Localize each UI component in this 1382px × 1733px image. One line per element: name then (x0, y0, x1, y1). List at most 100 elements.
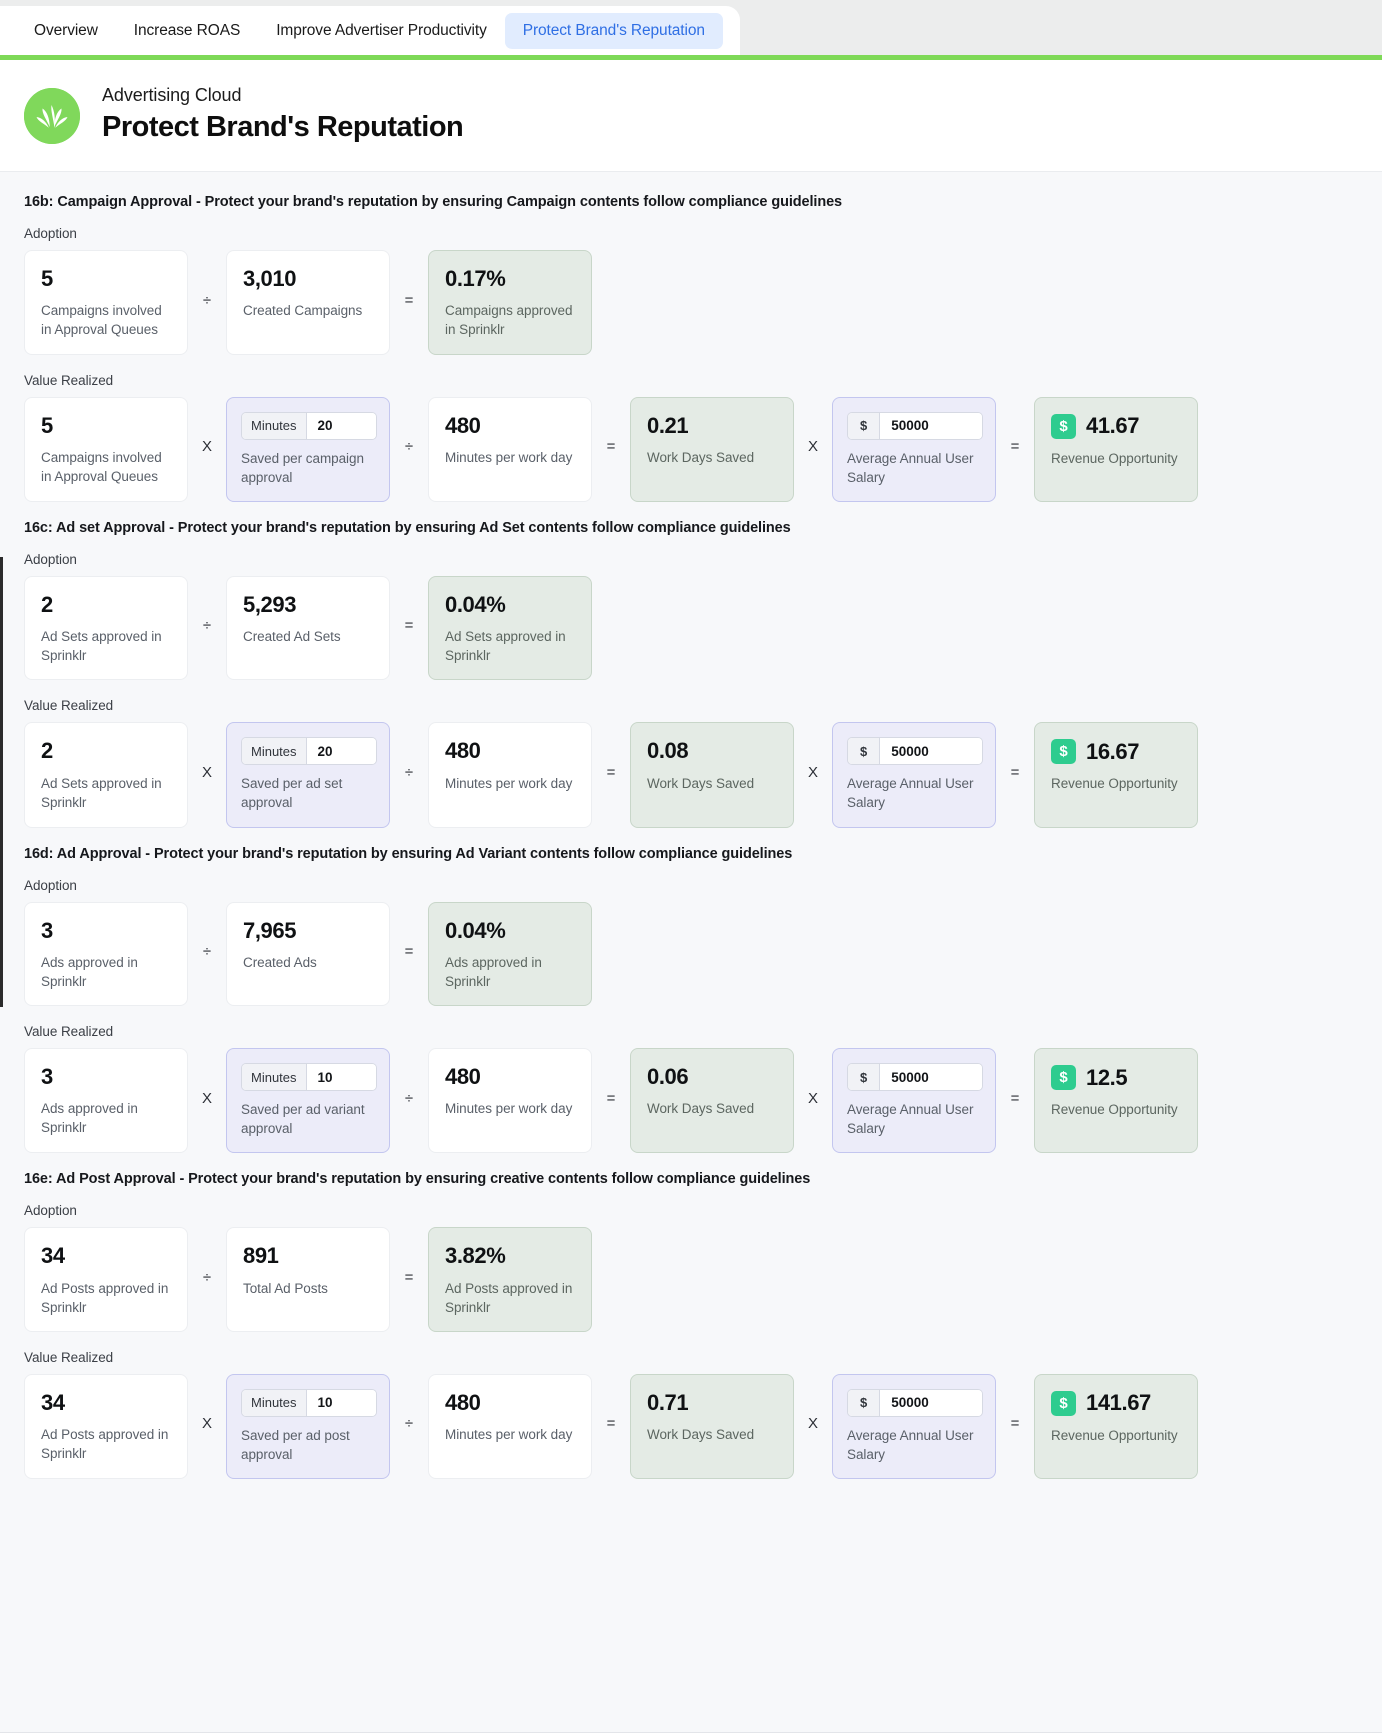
revenue-opportunity-card-header: $41.67 (1051, 413, 1181, 439)
adoption-denominator-card-value: 891 (243, 1243, 279, 1269)
divide-operator: ÷ (202, 291, 212, 309)
adoption-denominator-card-value: 7,965 (243, 917, 297, 943)
tab-overview[interactable]: Overview (16, 13, 116, 49)
annual-salary-input-card-field[interactable]: $50000 (847, 411, 983, 440)
equals-operator: = (606, 763, 616, 781)
value-count-card: 3 Ads approved in Sprinklr (24, 1048, 188, 1154)
revenue-opportunity-card: $141.67 Revenue Opportunity (1034, 1373, 1198, 1480)
work-days-saved-card-value: 0.71 (647, 1389, 689, 1415)
minutes-per-day-card-value: 480 (445, 1389, 481, 1415)
minutes-saved-input-card[interactable]: Minutes 10 Saved per ad variant approval (226, 1048, 390, 1154)
minutes-saved-input-card[interactable]: Minutes 20 Saved per campaign approval (226, 396, 390, 502)
adoption-result-card-label: Ads approved in Sprinklr (445, 954, 542, 989)
section-title-16d: 16d: Ad Approval - Protect your brand's … (24, 845, 793, 862)
tab-protect-brand-s-reputation[interactable]: Protect Brand's Reputation (504, 12, 723, 49)
annual-salary-input-card-label: Average Annual User Salary (847, 776, 974, 811)
revenue-opportunity-card-header: $12.5 (1051, 1064, 1181, 1091)
minutes-saved-input-card-input-value[interactable]: 20 (306, 738, 376, 765)
top-tab-bar-background: Overview Increase ROAS Improve Advertiser … (0, 0, 1382, 55)
work-days-saved-card-value: 0.21 (647, 412, 689, 438)
minutes-per-day-card-label: Minutes per work day (445, 775, 573, 791)
revenue-opportunity-card: $41.67 Revenue Opportunity (1034, 396, 1198, 502)
multiply-operator: X (201, 1415, 212, 1433)
revenue-opportunity-card-label: Revenue Opportunity (1051, 450, 1178, 466)
annual-salary-input-card-label: Average Annual User Salary (847, 450, 974, 485)
divide-operator: ÷ (404, 438, 414, 455)
value-realized-formula-row: 3 Ads approved in Sprinklr X Minutes 10 Saved… (24, 1048, 1358, 1154)
minutes-saved-input-card-input-value[interactable]: 10 (306, 1389, 376, 1416)
adoption-denominator-card: 5,293 Created Ad Sets (226, 575, 390, 681)
adoption-denominator-card-label: Total Ad Posts (243, 1280, 328, 1296)
adoption-denominator-card: 891 Total Ad Posts (226, 1227, 390, 1332)
revenue-opportunity-card-header: $16.67 (1051, 739, 1181, 765)
equals-operator: = (404, 943, 414, 961)
equals-operator: = (404, 1268, 414, 1286)
equals-operator: = (606, 1089, 616, 1107)
equals-operator: = (1010, 1089, 1020, 1107)
annual-salary-input-card[interactable]: $50000 Average Annual User Salary (832, 1373, 996, 1480)
equals-operator: = (606, 1415, 616, 1433)
minutes-saved-input-card-field[interactable]: Minutes 10 (241, 1388, 377, 1417)
minutes-saved-input-card-input-value[interactable]: 20 (306, 412, 376, 439)
tab-improve-advertiser-productivity[interactable]: Improve Advertiser Productivity (258, 13, 505, 49)
minutes-per-day-card: 480 Minutes per work day (428, 1048, 592, 1154)
annual-salary-input-card-input-value[interactable]: 50000 (880, 1389, 982, 1416)
adoption-result-card: 3.82% Ad Posts approved in Sprinklr (428, 1227, 592, 1332)
value-count-card-label: Campaigns involved in Approval Queues (41, 449, 162, 484)
minutes-saved-input-card-field[interactable]: Minutes 20 (241, 411, 377, 440)
minutes-saved-input-card-field[interactable]: Minutes 20 (241, 737, 377, 766)
annual-salary-input-card[interactable]: $50000 Average Annual User Salary (832, 722, 996, 828)
adoption-result-card-value: 0.17% (445, 266, 506, 291)
minutes-per-day-card-label: Minutes per work day (445, 449, 573, 465)
annual-salary-input-card-field[interactable]: $50000 (847, 1388, 983, 1417)
metric-section-16b: 16b: Campaign Approval - Protect your br… (0, 194, 1382, 502)
work-days-saved-card-value: 0.08 (647, 738, 689, 764)
annual-salary-input-card-input-value[interactable]: 50000 (880, 1064, 982, 1091)
value-count-card-label: Ad Sets approved in Sprinklr (41, 775, 162, 810)
top-tab-bar: Overview Increase ROAS Improve Advertiser … (0, 6, 740, 55)
adoption-result-card-label: Campaigns approved in Sprinklr (445, 303, 573, 338)
annual-salary-input-card-field[interactable]: $50000 (847, 1063, 983, 1092)
multiply-operator: X (807, 1089, 818, 1107)
scroll-indicator[interactable] (0, 557, 3, 1007)
minutes-saved-input-card[interactable]: Minutes 20 Saved per ad set approval (226, 722, 390, 828)
annual-salary-input-card[interactable]: $50000 Average Annual User Salary (832, 1048, 996, 1154)
tab-increase-roas[interactable]: Increase ROAS (116, 13, 258, 49)
adoption-denominator-card-label: Created Ad Sets (243, 629, 341, 644)
multiply-operator: X (201, 438, 212, 455)
multiply-operator: X (807, 438, 818, 455)
header-text-block: Advertising Cloud Protect Brand's Reputa… (102, 84, 464, 147)
currency-prefix-icon: $ (848, 412, 881, 439)
annual-salary-input-card[interactable]: $50000 Average Annual User Salary (832, 396, 996, 502)
adoption-result-card-value: 0.04% (445, 591, 506, 617)
minutes-saved-input-card-label: Saved per ad post approval (241, 1427, 350, 1463)
adoption-group-label: Adoption (24, 551, 77, 567)
unit-prefix-label: Minutes (242, 1389, 307, 1416)
equals-operator: = (1010, 438, 1020, 455)
adoption-formula-row: 5 Campaigns involved in Approval Queues ÷ 3… (24, 250, 1358, 355)
adoption-numerator-card-value: 34 (41, 1243, 65, 1269)
divide-operator: ÷ (404, 763, 414, 781)
annual-salary-input-card-input-value[interactable]: 50000 (880, 738, 982, 765)
annual-salary-input-card-input-value[interactable]: 50000 (880, 412, 982, 439)
adoption-numerator-card-label: Campaigns involved in Approval Queues (41, 303, 162, 338)
section-title-16e: 16e: Ad Post Approval - Protect your bra… (24, 1171, 811, 1188)
annual-salary-input-card-label: Average Annual User Salary (847, 1102, 974, 1137)
divide-operator: ÷ (404, 1415, 414, 1433)
work-days-saved-card: 0.08 Work Days Saved (630, 722, 794, 828)
minutes-saved-input-card-label: Saved per campaign approval (241, 450, 364, 485)
minutes-per-day-card: 480 Minutes per work day (428, 396, 592, 502)
adoption-numerator-card-label: Ad Posts approved in Sprinklr (41, 1280, 169, 1315)
adoption-numerator-card-value: 5 (41, 266, 53, 291)
adoption-numerator-card: 2 Ad Sets approved in Sprinklr (24, 575, 188, 681)
currency-prefix-icon: $ (848, 1389, 881, 1416)
minutes-saved-input-card-input-value[interactable]: 10 (306, 1064, 376, 1091)
minutes-saved-input-card-field[interactable]: Minutes 10 (241, 1063, 377, 1092)
minutes-saved-input-card[interactable]: Minutes 10 Saved per ad post approval (226, 1373, 390, 1480)
minutes-per-day-card: 480 Minutes per work day (428, 1373, 592, 1480)
work-days-saved-card-value: 0.06 (647, 1064, 689, 1090)
minutes-per-day-card-label: Minutes per work day (445, 1101, 573, 1117)
annual-salary-input-card-field[interactable]: $50000 (847, 737, 983, 766)
value-count-card-label: Ad Posts approved in Sprinklr (41, 1427, 169, 1462)
revenue-opportunity-card-value: 12.5 (1086, 1064, 1128, 1090)
